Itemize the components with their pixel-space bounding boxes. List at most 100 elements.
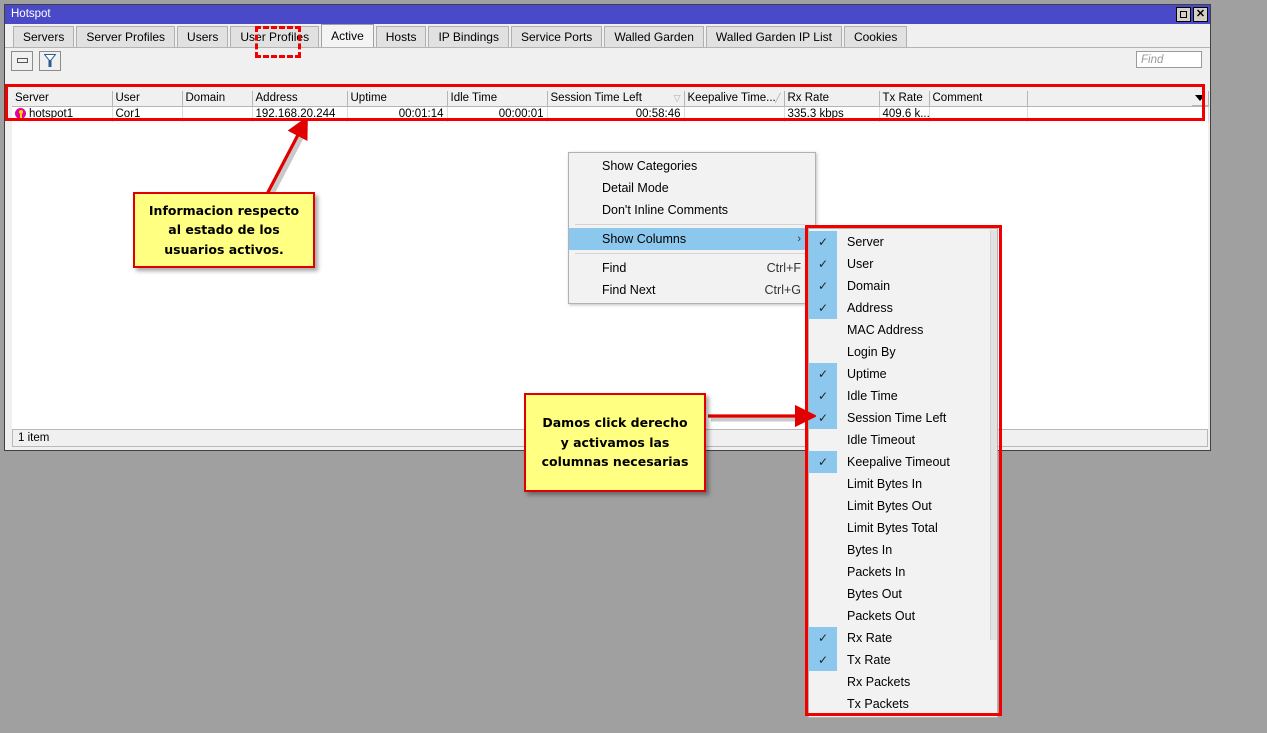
tab-walled-garden[interactable]: Walled Garden: [604, 26, 704, 47]
submenu-item-rx-rate[interactable]: ✓ Rx Rate: [809, 627, 997, 649]
submenu-item-server[interactable]: ✓ Server: [809, 231, 997, 253]
menu-item-show-categories-label: Show Categories: [602, 159, 698, 173]
tab-server-profiles[interactable]: Server Profiles: [76, 26, 176, 47]
check-icon: ✓: [809, 363, 837, 385]
cell-rx-rate: 335.3 kbps: [784, 106, 880, 122]
submenu-item-mac-address-label: MAC Address: [847, 323, 924, 337]
submenu-item-limit-bytes-total-label: Limit Bytes Total: [847, 521, 938, 535]
col-header-domain[interactable]: Domain: [182, 91, 253, 107]
submenu-item-bytes-in-label: Bytes In: [847, 543, 893, 557]
menu-item-find[interactable]: Find Ctrl+F: [569, 257, 815, 279]
submenu-item-login-by-label: Login By: [847, 345, 896, 359]
submenu-item-bytes-in[interactable]: Bytes In: [809, 539, 997, 561]
tab-users[interactable]: Users: [177, 26, 229, 47]
submenu-scrollbar[interactable]: [990, 230, 997, 648]
tab-cookies[interactable]: Cookies: [843, 26, 908, 47]
col-header-rx-rate[interactable]: Rx Rate: [784, 91, 880, 107]
submenu-item-idle-timeout[interactable]: Idle Timeout: [809, 429, 997, 451]
column-chooser-button[interactable]: [1192, 91, 1208, 106]
submenu-item-rx-packets-label: Rx Packets: [847, 675, 911, 689]
submenu-item-uptime[interactable]: ✓ Uptime: [809, 363, 997, 385]
submenu-item-bytes-out[interactable]: Bytes Out: [809, 583, 997, 605]
col-header-address[interactable]: Address: [252, 91, 348, 107]
close-button[interactable]: ✕: [1193, 7, 1208, 22]
tab-hosts[interactable]: Hosts: [375, 26, 427, 47]
context-menu: Show Categories Detail Mode Don't Inline…: [568, 152, 816, 304]
cell-server-label: hotspot1: [29, 108, 74, 121]
cell-session-time-left: 00:58:46: [547, 106, 685, 122]
submenu-item-tx-rate[interactable]: ✓ Tx Rate: [809, 649, 997, 671]
check-icon: ✓: [809, 451, 837, 473]
check-icon-empty: [809, 341, 837, 363]
submenu-item-session-time-left[interactable]: ✓ Session Time Left: [809, 407, 997, 429]
tab-strip: Servers Server Profiles Users User Profi…: [5, 24, 1210, 48]
tab-ip-bindings[interactable]: IP Bindings: [428, 26, 509, 47]
submenu-item-mac-address[interactable]: MAC Address: [809, 319, 997, 341]
menu-item-show-columns[interactable]: Show Columns ›: [569, 228, 815, 250]
col-header-keepalive-timeout-label: Keepalive Time...: [687, 92, 776, 105]
table-row[interactable]: hotspot1 Cor1 192.168.20.244 00:01:14 00…: [12, 106, 1209, 122]
col-header-server[interactable]: Server: [12, 91, 113, 107]
submenu-item-domain-label: Domain: [847, 279, 891, 293]
tab-servers[interactable]: Servers: [13, 26, 75, 47]
submenu-item-packets-in[interactable]: Packets In: [809, 561, 997, 583]
submenu-item-tx-packets-label: Tx Packets: [847, 697, 909, 711]
window-title: Hotspot: [11, 8, 51, 20]
menu-item-find-next[interactable]: Find Next Ctrl+G: [569, 279, 815, 301]
cell-spacer: [1027, 106, 1209, 122]
close-icon: ✕: [1195, 8, 1206, 20]
submenu-item-idle-time-label: Idle Time: [847, 389, 898, 403]
col-header-uptime[interactable]: Uptime: [347, 91, 448, 107]
maximize-button[interactable]: [1176, 7, 1191, 22]
submenu-item-user[interactable]: ✓ User: [809, 253, 997, 275]
cell-server: hotspot1: [12, 106, 113, 122]
submenu-item-limit-bytes-total[interactable]: Limit Bytes Total: [809, 517, 997, 539]
col-header-idle-time[interactable]: Idle Time: [447, 91, 548, 107]
submenu-item-domain[interactable]: ✓ Domain: [809, 275, 997, 297]
check-icon: ✓: [809, 627, 837, 649]
menu-item-detail-mode[interactable]: Detail Mode: [569, 177, 815, 199]
menu-item-dont-inline-comments[interactable]: Don't Inline Comments: [569, 199, 815, 221]
submenu-item-idle-timeout-label: Idle Timeout: [847, 433, 916, 447]
tab-service-ports[interactable]: Service Ports: [510, 26, 603, 47]
submenu-item-limit-bytes-out[interactable]: Limit Bytes Out: [809, 495, 997, 517]
menu-item-find-next-accelerator: Ctrl+G: [764, 283, 801, 297]
filter-button[interactable]: [39, 50, 61, 71]
check-icon-empty: [809, 473, 837, 495]
tab-walled-garden-ip-list[interactable]: Walled Garden IP List: [705, 26, 842, 47]
submenu-item-packets-in-label: Packets In: [847, 565, 906, 579]
check-icon: ✓: [809, 297, 837, 319]
submenu-item-packets-out[interactable]: Packets Out: [809, 605, 997, 627]
chevron-right-icon: ›: [797, 233, 801, 245]
menu-item-dont-inline-comments-label: Don't Inline Comments: [602, 203, 729, 217]
cell-comment: [929, 106, 1028, 122]
col-header-user[interactable]: User: [112, 91, 183, 107]
annotation-note-1: Informacion respecto al estado de los us…: [133, 192, 315, 268]
check-icon-empty: [809, 671, 837, 693]
find-input[interactable]: Find: [1136, 51, 1202, 68]
submenu-item-tx-packets[interactable]: Tx Packets: [809, 693, 997, 715]
col-header-tx-rate[interactable]: Tx Rate: [879, 91, 930, 107]
cell-address: 192.168.20.244: [252, 106, 348, 122]
cell-tx-rate: 409.6 k...: [879, 106, 930, 122]
col-header-keepalive-timeout[interactable]: Keepalive Time... ╱: [684, 91, 785, 107]
submenu-item-address[interactable]: ✓ Address: [809, 297, 997, 319]
col-header-comment[interactable]: Comment: [929, 91, 1028, 107]
check-icon-empty: [809, 429, 837, 451]
menu-item-show-categories[interactable]: Show Categories: [569, 155, 815, 177]
submenu-item-idle-time[interactable]: ✓ Idle Time: [809, 385, 997, 407]
menu-separator-2: [575, 253, 805, 254]
remove-button[interactable]: [11, 50, 33, 71]
resize-indicator-icon: ╱: [775, 93, 781, 103]
submenu-scrollbar-thumb[interactable]: [990, 230, 997, 640]
submenu-item-keepalive-timeout[interactable]: ✓ Keepalive Timeout: [809, 451, 997, 473]
submenu-item-limit-bytes-in[interactable]: Limit Bytes In: [809, 473, 997, 495]
submenu-item-keepalive-timeout-label: Keepalive Timeout: [847, 455, 950, 469]
submenu-item-rx-packets[interactable]: Rx Packets: [809, 671, 997, 693]
active-users-table: Server User Domain Address Uptime Idle T…: [12, 91, 1209, 124]
col-header-session-time-left[interactable]: Session Time Left ▽: [547, 91, 685, 107]
submenu-item-login-by[interactable]: Login By: [809, 341, 997, 363]
tab-user-profiles[interactable]: User Profiles: [230, 26, 320, 47]
minus-icon: [16, 58, 28, 63]
tab-active[interactable]: Active: [321, 24, 374, 47]
